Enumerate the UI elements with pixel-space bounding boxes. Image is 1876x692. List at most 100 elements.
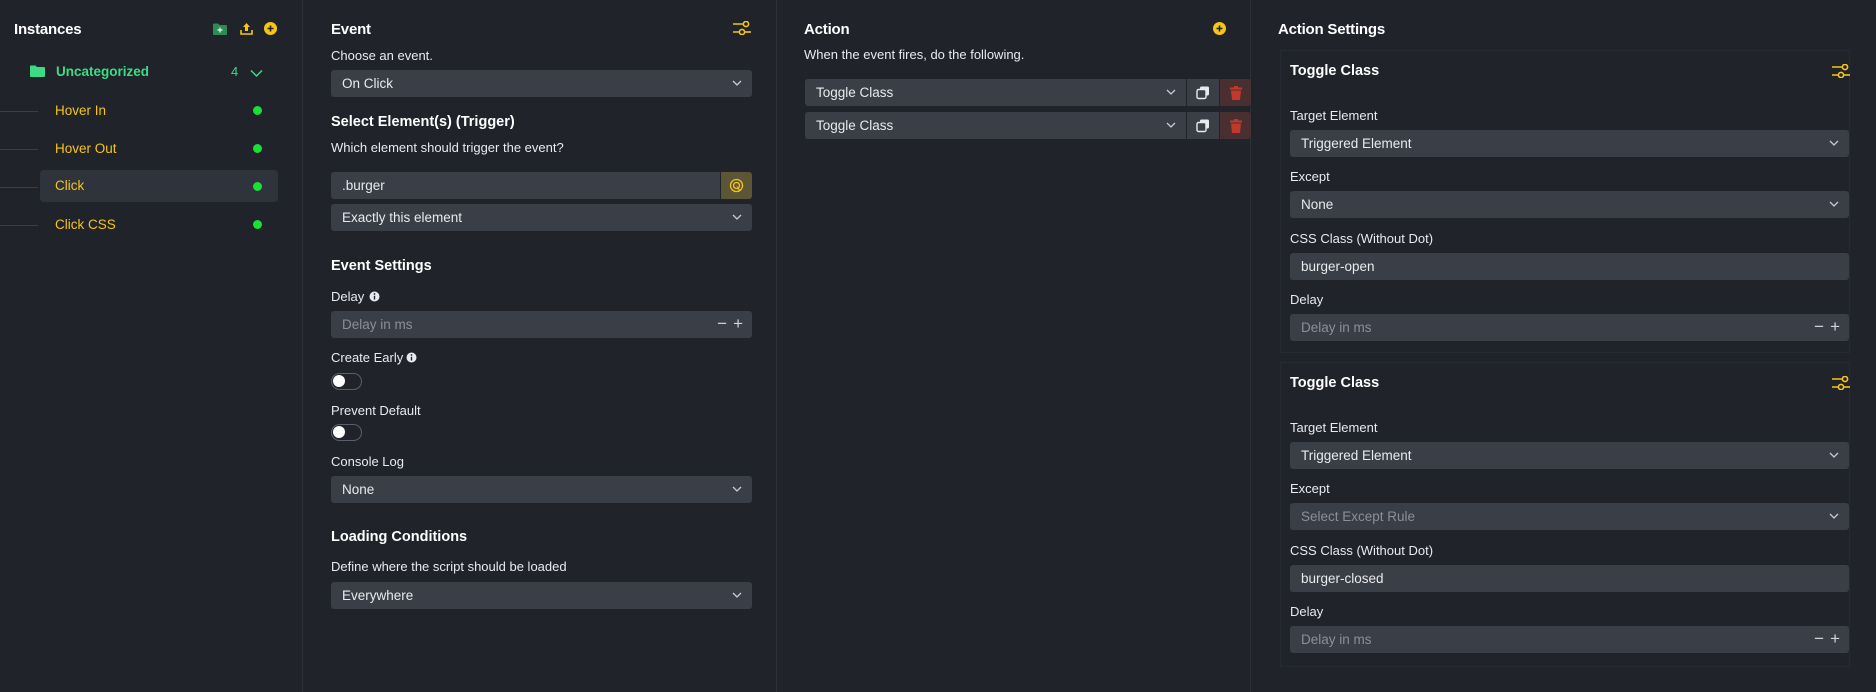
plus-icon[interactable]: + [1830, 630, 1840, 647]
instances-panel: Instances Uncategorized 4 Hover In Hover… [0, 0, 303, 692]
chevron-down-icon [1829, 452, 1839, 458]
action-desc-label: When the event fires, do the following. [804, 47, 1025, 62]
delay-label: Delay [1290, 292, 1324, 307]
instance-item-click-css[interactable]: Click CSS [40, 209, 278, 241]
element-picker-button[interactable] [721, 172, 752, 199]
chevron-down-icon [1829, 201, 1839, 207]
minus-icon[interactable]: − [1814, 318, 1824, 335]
tree-connector [0, 225, 38, 226]
loading-condition-select[interactable]: Everywhere [331, 582, 752, 609]
delay-label: Delay [331, 289, 365, 304]
target-element-label: Target Element [1290, 420, 1378, 435]
settings-sliders-icon[interactable] [1832, 375, 1850, 390]
folder-row-uncategorized[interactable]: Uncategorized 4 [28, 63, 278, 83]
delay-placeholder: Delay in ms [1301, 320, 1372, 335]
css-class-value: burger-open [1301, 259, 1375, 274]
action-settings-card: Toggle Class Target Element Triggered El… [1280, 362, 1850, 667]
settings-sliders-icon[interactable] [1832, 63, 1850, 78]
delay-stepper[interactable]: − + [1814, 630, 1840, 647]
css-class-input[interactable]: burger-open [1290, 253, 1849, 280]
action-title: Action [804, 21, 850, 38]
add-instance-icon[interactable] [264, 22, 277, 35]
instance-item-click[interactable]: Click [40, 170, 278, 202]
trigger-scope-value: Exactly this element [342, 210, 463, 225]
instance-label: Click CSS [55, 217, 116, 232]
chevron-down-icon[interactable] [250, 66, 263, 81]
instance-item-hover-out[interactable]: Hover Out [40, 133, 278, 165]
target-element-select[interactable]: Triggered Element [1290, 130, 1849, 157]
chevron-down-icon [732, 486, 742, 492]
delay-input[interactable]: Delay in ms − + [1290, 314, 1849, 341]
action-type-value: Toggle Class [816, 85, 894, 100]
instance-item-hover-in[interactable]: Hover In [40, 95, 278, 127]
duplicate-action-button[interactable] [1187, 79, 1219, 106]
loading-conditions-title: Loading Conditions [331, 529, 468, 545]
action-type-select[interactable]: Toggle Class [805, 79, 1186, 106]
card-title: Toggle Class [1290, 63, 1380, 79]
trigger-question-label: Which element should trigger the event? [331, 140, 564, 155]
delay-stepper[interactable]: − + [1814, 318, 1840, 335]
target-element-select[interactable]: Triggered Element [1290, 442, 1849, 469]
except-select[interactable]: Select Except Rule [1290, 503, 1849, 530]
tree-connector [0, 187, 38, 188]
prevent-default-toggle[interactable] [331, 424, 362, 441]
loading-condition-value: Everywhere [342, 588, 414, 603]
action-settings-title: Action Settings [1278, 21, 1386, 38]
copy-icon [1196, 86, 1209, 99]
except-select[interactable]: None [1290, 191, 1849, 218]
new-folder-icon[interactable] [213, 22, 227, 35]
css-class-value: burger-closed [1301, 571, 1384, 586]
settings-sliders-icon[interactable] [733, 20, 751, 35]
chevron-down-icon [732, 592, 742, 598]
trigger-selector-value: .burger [342, 178, 385, 193]
trigger-selector-input[interactable]: .burger [331, 172, 720, 199]
event-title: Event [331, 21, 371, 38]
action-type-value: Toggle Class [816, 118, 894, 133]
info-icon[interactable] [369, 290, 380, 305]
choose-event-label: Choose an event. [331, 48, 433, 63]
info-icon[interactable] [406, 351, 417, 366]
delay-placeholder: Delay in ms [342, 317, 413, 332]
delay-stepper[interactable]: − + [717, 315, 743, 332]
delay-input[interactable]: Delay in ms − + [1290, 626, 1849, 653]
css-class-input[interactable]: burger-closed [1290, 565, 1849, 592]
delay-input[interactable]: Delay in ms − + [331, 311, 752, 338]
trigger-scope-select[interactable]: Exactly this element [331, 204, 752, 231]
add-action-icon[interactable] [1213, 22, 1226, 35]
create-early-toggle[interactable] [331, 373, 362, 390]
console-log-label: Console Log [331, 454, 404, 469]
event-panel: Event Choose an event. On Click Select E… [304, 0, 777, 692]
copy-icon [1196, 119, 1209, 132]
css-class-label: CSS Class (Without Dot) [1290, 231, 1434, 246]
action-panel: Action When the event fires, do the foll… [778, 0, 1251, 692]
status-dot [253, 106, 262, 115]
trash-icon [1229, 85, 1242, 100]
except-label: Except [1290, 481, 1330, 496]
console-log-value: None [342, 482, 375, 497]
except-value: None [1301, 197, 1334, 212]
loading-desc-label: Define where the script should be loaded [331, 559, 567, 574]
upload-icon[interactable] [239, 21, 253, 35]
action-type-select[interactable]: Toggle Class [805, 112, 1186, 139]
tree-connector [0, 111, 38, 112]
create-early-label: Create Early [331, 350, 404, 365]
duplicate-action-button[interactable] [1187, 112, 1219, 139]
action-settings-card: Toggle Class Target Element Triggered El… [1280, 50, 1850, 353]
instance-label: Hover Out [55, 141, 117, 156]
event-type-select[interactable]: On Click [331, 70, 752, 97]
status-dot [253, 182, 262, 191]
except-placeholder: Select Except Rule [1301, 509, 1416, 524]
delete-action-button[interactable] [1220, 79, 1251, 106]
select-trigger-title: Select Element(s) (Trigger) [331, 114, 515, 130]
console-log-select[interactable]: None [331, 476, 752, 503]
status-dot [253, 220, 262, 229]
delete-action-button[interactable] [1220, 112, 1251, 139]
plus-icon[interactable]: + [733, 315, 743, 332]
event-type-value: On Click [342, 76, 394, 91]
status-dot [253, 144, 262, 153]
minus-icon[interactable]: − [717, 315, 727, 332]
minus-icon[interactable]: − [1814, 630, 1824, 647]
event-settings-title: Event Settings [331, 258, 432, 274]
except-label: Except [1290, 169, 1330, 184]
plus-icon[interactable]: + [1830, 318, 1840, 335]
